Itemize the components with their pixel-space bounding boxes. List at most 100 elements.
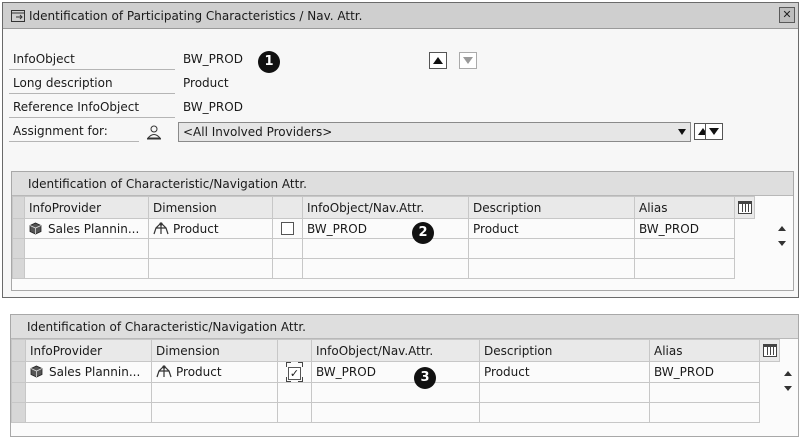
infoobject-cell-value: BW_PROD [316, 365, 376, 379]
vertical-scrollbar[interactable] [780, 365, 796, 409]
marker-2: 2 [412, 222, 434, 244]
scroll-down-icon[interactable] [784, 386, 792, 391]
row-selector[interactable] [12, 238, 25, 259]
empty-cell [24, 258, 149, 279]
empty-cell [468, 238, 635, 259]
alias-cell-value: BW_PROD [654, 365, 714, 379]
empty-cell [151, 382, 278, 403]
previous-button[interactable] [429, 52, 447, 69]
reference-infoobject-label: Reference InfoObject [9, 97, 175, 118]
dimension-value: Product [173, 221, 219, 236]
scrollbar-cell [760, 383, 780, 403]
row-selector[interactable] [11, 402, 26, 423]
grid-table: InfoProvider Dimension InfoObject/Nav.At… [12, 196, 755, 279]
column-header-infoprovider[interactable]: InfoProvider [24, 196, 149, 219]
assignment-next-button[interactable] [705, 123, 723, 140]
row-selector-header [12, 196, 25, 219]
characteristic-grid-bottom: Identification of Characteristic/Navigat… [10, 314, 799, 437]
vertical-scrollbar[interactable] [774, 220, 790, 264]
infoobject-cell-value: BW_PROD [307, 221, 367, 236]
arrow-down-icon [463, 57, 473, 64]
table-row[interactable] [11, 382, 780, 403]
alias-cell-value: BW_PROD [639, 221, 699, 236]
table-row[interactable] [12, 238, 755, 259]
scroll-up-icon[interactable] [784, 371, 792, 376]
row-selector[interactable] [11, 382, 26, 403]
cell-checkbox: ✓ [277, 361, 312, 383]
column-header-dimension[interactable]: Dimension [148, 196, 273, 219]
scroll-down-icon[interactable] [778, 241, 786, 246]
marker-1: 1 [258, 51, 280, 73]
scrollbar-cell [760, 403, 780, 423]
person-icon [146, 125, 162, 140]
row-selector-header [11, 339, 26, 362]
empty-cell [272, 258, 303, 279]
grid-header-row: InfoProvider Dimension InfoObject/Nav.At… [11, 339, 780, 362]
column-settings-cell [734, 196, 755, 219]
empty-cell [649, 382, 760, 403]
empty-cell [302, 258, 469, 279]
column-header-infoobject[interactable]: InfoObject/Nav.Attr. [311, 339, 480, 362]
nav-attr-checkbox[interactable] [281, 221, 294, 235]
column-header-alias[interactable]: Alias [634, 196, 735, 219]
marker-3: 3 [414, 367, 436, 389]
grid-header-row: InfoProvider Dimension InfoObject/Nav.At… [12, 196, 755, 219]
cell-infoobject: BW_PROD [302, 218, 469, 239]
column-header-checkbox[interactable] [277, 339, 312, 362]
scroll-up-icon[interactable] [778, 226, 786, 231]
table-row[interactable]: Sales Plannin... Product BW_PROD Product… [12, 218, 755, 239]
empty-cell [634, 258, 735, 279]
characteristic-grid-top: Identification of Characteristic/Navigat… [11, 171, 794, 291]
cell-alias[interactable]: BW_PROD [634, 218, 735, 239]
column-header-description[interactable]: Description [468, 196, 635, 219]
cell-alias[interactable]: BW_PROD [649, 361, 760, 383]
cell-infoobject: BW_PROD [311, 361, 480, 383]
next-button[interactable] [459, 52, 477, 69]
empty-cell [302, 238, 469, 259]
cell-checkbox [272, 218, 303, 239]
table-row[interactable] [12, 258, 755, 279]
description-cell-value: Product [484, 365, 530, 379]
nav-attr-checkbox-focus: ✓ [286, 362, 303, 382]
empty-cell [311, 402, 480, 423]
column-header-description[interactable]: Description [479, 339, 650, 362]
infoobject-value: BW_PROD [183, 52, 243, 66]
column-header-infoprovider[interactable]: InfoProvider [25, 339, 152, 362]
column-header-checkbox[interactable] [272, 196, 303, 219]
assignment-dropdown[interactable]: <All Involved Providers> [178, 122, 691, 142]
column-header-alias[interactable]: Alias [649, 339, 760, 362]
table-row[interactable]: Sales Plannin... Product ✓ BW_PROD Produ… [11, 361, 780, 383]
cell-description: Product [468, 218, 635, 239]
column-settings-icon[interactable] [738, 201, 752, 214]
chevron-down-icon [678, 129, 686, 135]
reference-infoobject-value: BW_PROD [183, 100, 243, 114]
close-icon: ✕ [782, 8, 792, 21]
form-longdesc-row: Long description Product [9, 73, 309, 95]
empty-cell [649, 402, 760, 423]
empty-cell [634, 238, 735, 259]
description-cell-value: Product [473, 221, 519, 236]
grid-title: Identification of Characteristic/Navigat… [12, 172, 793, 196]
grid-table: InfoProvider Dimension InfoObject/Nav.At… [11, 339, 780, 423]
column-header-infoobject[interactable]: InfoObject/Nav.Attr. [302, 196, 469, 219]
row-selector[interactable] [12, 218, 25, 239]
infoobject-label: InfoObject [9, 49, 175, 70]
empty-cell [148, 258, 273, 279]
row-selector[interactable] [12, 258, 25, 279]
scrollbar-cell [735, 239, 755, 259]
column-settings-icon[interactable] [763, 344, 777, 357]
close-button[interactable]: ✕ [779, 7, 795, 23]
long-description-label: Long description [9, 73, 175, 94]
dimension-icon [156, 365, 172, 378]
column-header-dimension[interactable]: Dimension [151, 339, 278, 362]
empty-cell [311, 382, 480, 403]
assignment-dropdown-value: <All Involved Providers> [183, 125, 333, 139]
arrow-up-icon [433, 57, 443, 64]
empty-cell [479, 402, 650, 423]
empty-cell [277, 402, 312, 423]
table-row[interactable] [11, 402, 780, 423]
grid-title: Identification of Characteristic/Navigat… [11, 315, 798, 339]
row-selector[interactable] [11, 361, 26, 383]
infoprovider-value: Sales Plannin... [49, 365, 141, 379]
empty-cell [277, 382, 312, 403]
